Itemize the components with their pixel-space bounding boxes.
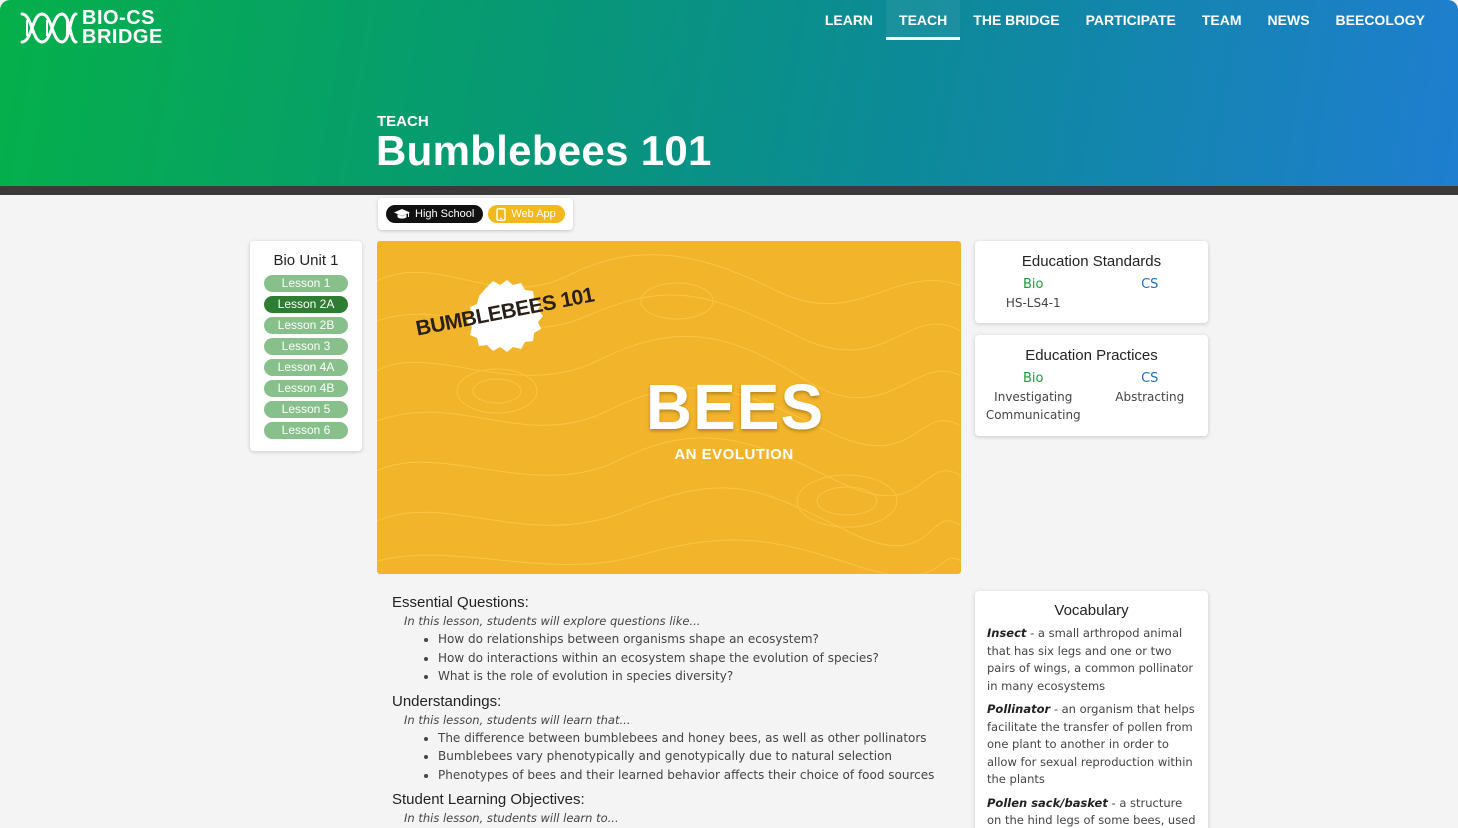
vocab-term: Insect - a small arthropod animal that h… [975,625,1208,695]
standards-bio-item: HS-LS4-1 [1005,296,1061,310]
section-intro: In this lesson, students will explore qu… [404,614,701,628]
page: BIO-CS BRIDGE LEARN TEACH THE BRIDGE PAR… [0,0,1458,828]
vocab-term-name: Insect [987,626,1027,640]
education-standards-card: Education Standards Bio HS-LS4-1 CS [975,241,1208,323]
practices-cs-label: CS [1141,371,1159,386]
understandings-section: Understandings: In this lesson, students… [392,693,952,785]
section-heading: Student Learning Objectives: [392,791,585,808]
list-item: What is the role of evolution in species… [438,667,952,686]
vocab-term-name: Pollinator [987,702,1051,716]
standards-bio-column: Bio HS-LS4-1 [975,276,1092,312]
learning-objectives-section: Student Learning Objectives: In this les… [392,791,952,827]
standards-cs-column: CS [1092,276,1209,312]
nav-teach[interactable]: TEACH [886,0,961,40]
list-item: How do interactions within an ecosystem … [438,649,952,668]
tag-web-app-label: Web App [511,208,556,220]
education-practices-card: Education Practices Bio Investigating Co… [975,335,1208,436]
lesson-3-button[interactable]: Lesson 3 [264,338,348,355]
essential-questions-section: Essential Questions: In this lesson, stu… [392,594,952,686]
nav-participate[interactable]: PARTICIPATE [1073,0,1189,40]
main-nav: LEARN TEACH THE BRIDGE PARTICIPATE TEAM … [812,0,1438,40]
vocab-term: Pollen sack/basket - a structure on the … [975,795,1208,828]
practices-bio-item: Communicating [985,408,1081,422]
standards-bio-label: Bio [1023,277,1044,292]
lesson-4b-button[interactable]: Lesson 4B [264,380,348,397]
practices-cs-item: Abstracting [1115,390,1185,404]
nav-news[interactable]: NEWS [1255,0,1323,40]
list-item: Bumblebees vary phenotypically and genot… [438,747,952,766]
tag-high-school[interactable]: High School [386,205,484,223]
lesson-1-button[interactable]: Lesson 1 [264,275,348,292]
tag-web-app[interactable]: Web App [488,205,565,223]
lesson-5-button[interactable]: Lesson 5 [264,401,348,418]
bullet-list: The difference between bumblebees and ho… [392,729,952,785]
site-logo[interactable]: BIO-CS BRIDGE [18,8,163,48]
practices-cs-column: CS Abstracting [1092,370,1209,424]
graduation-cap-icon [394,208,410,219]
nav-team[interactable]: TEAM [1189,0,1255,40]
unit-title: Bio Unit 1 [273,252,339,269]
header-divider [0,186,1458,195]
banner-title: BEES [645,371,825,443]
list-item: Phenotypes of bees and their learned beh… [438,766,952,785]
lesson-4a-button[interactable]: Lesson 4A [264,359,348,376]
lesson-2b-button[interactable]: Lesson 2B [264,317,348,334]
tag-bar: High School Web App [378,198,573,230]
lesson-2a-button[interactable]: Lesson 2A [264,296,348,313]
lesson-content: Essential Questions: In this lesson, stu… [392,594,952,828]
tablet-icon [496,207,507,221]
lesson-list: Lesson 1 Lesson 2A Lesson 2B Lesson 3 Le… [250,275,362,439]
nav-learn[interactable]: LEARN [812,0,886,40]
lesson-6-button[interactable]: Lesson 6 [264,422,348,439]
vocab-term: Pollinator - an organism that helps faci… [975,701,1208,789]
site-header: BIO-CS BRIDGE LEARN TEACH THE BRIDGE PAR… [0,0,1458,188]
vocabulary-card: Vocabulary Insect - a small arthropod an… [975,591,1208,828]
dna-logo-icon [20,12,78,44]
page-title: Bumblebees 101 [376,127,712,174]
practices-bio-label: Bio [1023,371,1044,386]
bullet-list: How do relationships between organisms s… [392,630,952,686]
practices-bio-column: Bio Investigating Communicating [975,370,1092,424]
vocab-term-name: Pollen sack/basket [987,795,1108,810]
unit-lessons-card: Bio Unit 1 Lesson 1 Lesson 2A Lesson 2B … [250,241,362,451]
section-heading: Understandings: [392,692,502,710]
banner-subtitle: AN EVOLUTION [674,446,794,463]
tag-high-school-label: High School [415,208,475,220]
practices-bio-item: Investigating [994,390,1073,404]
section-intro: In this lesson, students will learn to..… [404,811,619,825]
practices-title: Education Practices [1025,347,1158,364]
standards-cs-label: CS [1141,277,1159,292]
nav-beecology[interactable]: BEECOLOGY [1323,0,1438,40]
vocabulary-title: Vocabulary [1054,602,1129,619]
list-item: How do relationships between organisms s… [438,630,952,649]
section-heading: Essential Questions: [392,594,529,611]
standards-title: Education Standards [1021,253,1162,270]
nav-the-bridge[interactable]: THE BRIDGE [960,0,1072,40]
section-intro: In this lesson, students will learn that… [404,712,631,727]
list-item: The difference between bumblebees and ho… [438,729,952,748]
logo-line-2: BRIDGE [82,26,163,48]
